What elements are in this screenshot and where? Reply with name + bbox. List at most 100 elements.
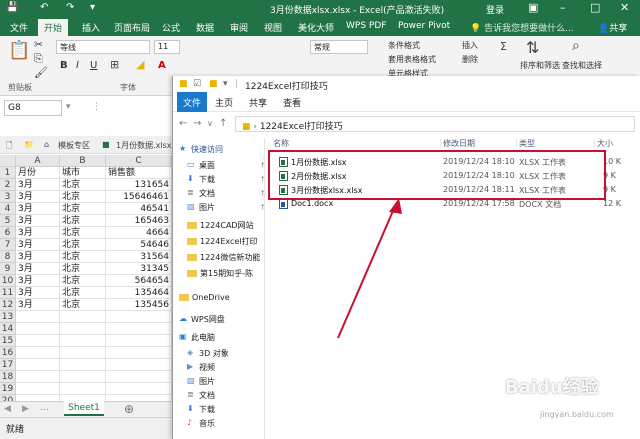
nav-item-13[interactable]: ▶ 视频	[187, 360, 215, 374]
cell[interactable]: 131654	[106, 179, 172, 191]
cell[interactable]: 3月	[16, 203, 60, 215]
cell[interactable]: 46541	[106, 203, 172, 215]
address-bar[interactable]: ■ › 1224Excel打印技巧	[235, 116, 635, 132]
folder-open-icon[interactable]: 📁	[24, 140, 34, 149]
spreadsheet-grid[interactable]: A B C 1 月份 城市 销售额 2 3月 北京 131654 3 3月 北京 15646461 4 3月 北京…	[0, 155, 172, 407]
nav-item-9[interactable]: OneDrive	[179, 290, 230, 304]
row-header[interactable]: 14	[0, 323, 16, 335]
cell[interactable]	[106, 311, 172, 323]
cell[interactable]	[16, 347, 60, 359]
cell[interactable]: 135456	[106, 299, 172, 311]
explorer-tab-home[interactable]: 主页	[215, 96, 233, 109]
cell[interactable]	[60, 335, 106, 347]
column-header-c[interactable]: C	[106, 155, 172, 167]
find-icon[interactable]: ⌕	[572, 38, 580, 54]
nav-item-12[interactable]: ◈ 3D 对象	[187, 346, 229, 360]
row-header[interactable]: 5	[0, 215, 16, 227]
pin-icon[interactable]: †	[261, 161, 265, 169]
up-icon[interactable]: ↑	[219, 118, 227, 129]
cell[interactable]	[60, 371, 106, 383]
nav-item-1[interactable]: ▭ 桌面 †	[187, 158, 265, 172]
nav-item-3[interactable]: ≣ 文档 †	[187, 186, 265, 200]
cell[interactable]	[16, 383, 60, 395]
table-format-button[interactable]: 套用表格格式	[388, 54, 436, 65]
tab-power-pivot[interactable]: Power Pivot	[398, 21, 450, 31]
explorer-tab-view[interactable]: 查看	[283, 96, 301, 109]
undo-icon[interactable]: ↶	[40, 2, 48, 13]
sheet-more-icon[interactable]: …	[40, 403, 49, 413]
new-doc-icon[interactable]: 🗋	[6, 140, 12, 154]
cell[interactable]	[60, 323, 106, 335]
cell[interactable]: 54646	[106, 239, 172, 251]
cell[interactable]: 3月	[16, 227, 60, 239]
cell[interactable]: 北京	[60, 179, 106, 191]
row-header[interactable]: 15	[0, 335, 16, 347]
folder-qat-icon[interactable]: ■	[209, 79, 218, 89]
cell[interactable]: 城市	[60, 167, 106, 179]
cell[interactable]: 北京	[60, 263, 106, 275]
find-select-button[interactable]: 查找和选择	[562, 60, 602, 71]
pin-icon[interactable]: †	[261, 175, 265, 183]
checkbox-qat-icon[interactable]: ☑	[193, 79, 201, 89]
row-header[interactable]: 10	[0, 275, 16, 287]
nav-item-8[interactable]: 第15期知乎-陈	[187, 266, 253, 280]
underline-icon[interactable]: U	[90, 60, 97, 71]
share-button[interactable]: 👤共享	[598, 21, 627, 34]
row-header[interactable]: 16	[0, 347, 16, 359]
fill-color-icon[interactable]: ◢	[136, 58, 144, 71]
column-header-date[interactable]: 修改日期	[443, 138, 475, 149]
cell[interactable]: 北京	[60, 203, 106, 215]
name-box[interactable]: G8	[4, 100, 62, 116]
row-header[interactable]: 7	[0, 239, 16, 251]
qat-dropdown-icon[interactable]: ▾	[223, 79, 228, 89]
cell[interactable]: 3月	[16, 191, 60, 203]
cell[interactable]: 3月	[16, 251, 60, 263]
cell[interactable]	[16, 323, 60, 335]
tab-formulas[interactable]: 公式	[162, 21, 180, 34]
cell[interactable]: 销售额	[106, 167, 172, 179]
cell[interactable]: 3月	[16, 287, 60, 299]
pin-icon[interactable]: †	[261, 203, 265, 211]
sort-filter-button[interactable]: 排序和筛选	[520, 60, 560, 71]
column-header-b[interactable]: B	[60, 155, 106, 167]
delete-cells-button[interactable]: 删除	[462, 54, 478, 65]
forward-icon[interactable]: →	[193, 118, 201, 129]
cell[interactable]	[16, 371, 60, 383]
tab-file[interactable]: 文件	[10, 21, 28, 34]
file-tab-january[interactable]: 1月份数据.xlsx	[116, 140, 172, 151]
sheet-next-icon[interactable]: ▶	[22, 404, 29, 414]
cell[interactable]	[106, 323, 172, 335]
cell[interactable]	[106, 335, 172, 347]
number-format-select[interactable]: 常规	[310, 40, 368, 54]
tell-me-search[interactable]: 💡 告诉我您想要做什么...	[470, 21, 574, 34]
cell[interactable]: 3月	[16, 215, 60, 227]
font-name-select[interactable]: 等线	[56, 40, 150, 54]
nav-item-4[interactable]: ▨ 图片 †	[187, 200, 265, 214]
cell[interactable]: 北京	[60, 287, 106, 299]
tab-insert[interactable]: 插入	[82, 21, 100, 34]
cell[interactable]	[60, 347, 106, 359]
explorer-tab-file[interactable]: 文件	[177, 92, 208, 112]
row-header[interactable]: 9	[0, 263, 16, 275]
font-size-select[interactable]: 11	[154, 40, 180, 54]
cell[interactable]: 165463	[106, 215, 172, 227]
autosum-icon[interactable]: Σ	[500, 40, 507, 53]
formula-options-icon[interactable]: ⋮	[92, 102, 101, 112]
tab-view[interactable]: 视图	[264, 21, 282, 34]
cell[interactable]	[106, 383, 172, 395]
sheet-tab-sheet1[interactable]: Sheet1	[64, 401, 104, 416]
file-tab-template[interactable]: 模板专区	[58, 140, 90, 151]
name-box-dropdown-icon[interactable]: ▾	[66, 102, 71, 112]
minimize-icon[interactable]: –	[560, 1, 566, 14]
bold-icon[interactable]: B	[60, 60, 68, 71]
cell[interactable]	[16, 359, 60, 371]
recent-dropdown-icon[interactable]: ∨	[207, 119, 213, 128]
cell[interactable]: 北京	[60, 275, 106, 287]
nav-item-2[interactable]: ⬇ 下载 †	[187, 172, 265, 186]
nav-item-0[interactable]: ★ 快速访问	[179, 142, 223, 156]
cell[interactable]: 3月	[16, 299, 60, 311]
tab-home[interactable]: 开始	[38, 19, 69, 36]
home-icon[interactable]: ⌂	[44, 140, 49, 149]
tab-wps-pdf[interactable]: WPS PDF	[346, 21, 386, 31]
row-header[interactable]: 11	[0, 287, 16, 299]
